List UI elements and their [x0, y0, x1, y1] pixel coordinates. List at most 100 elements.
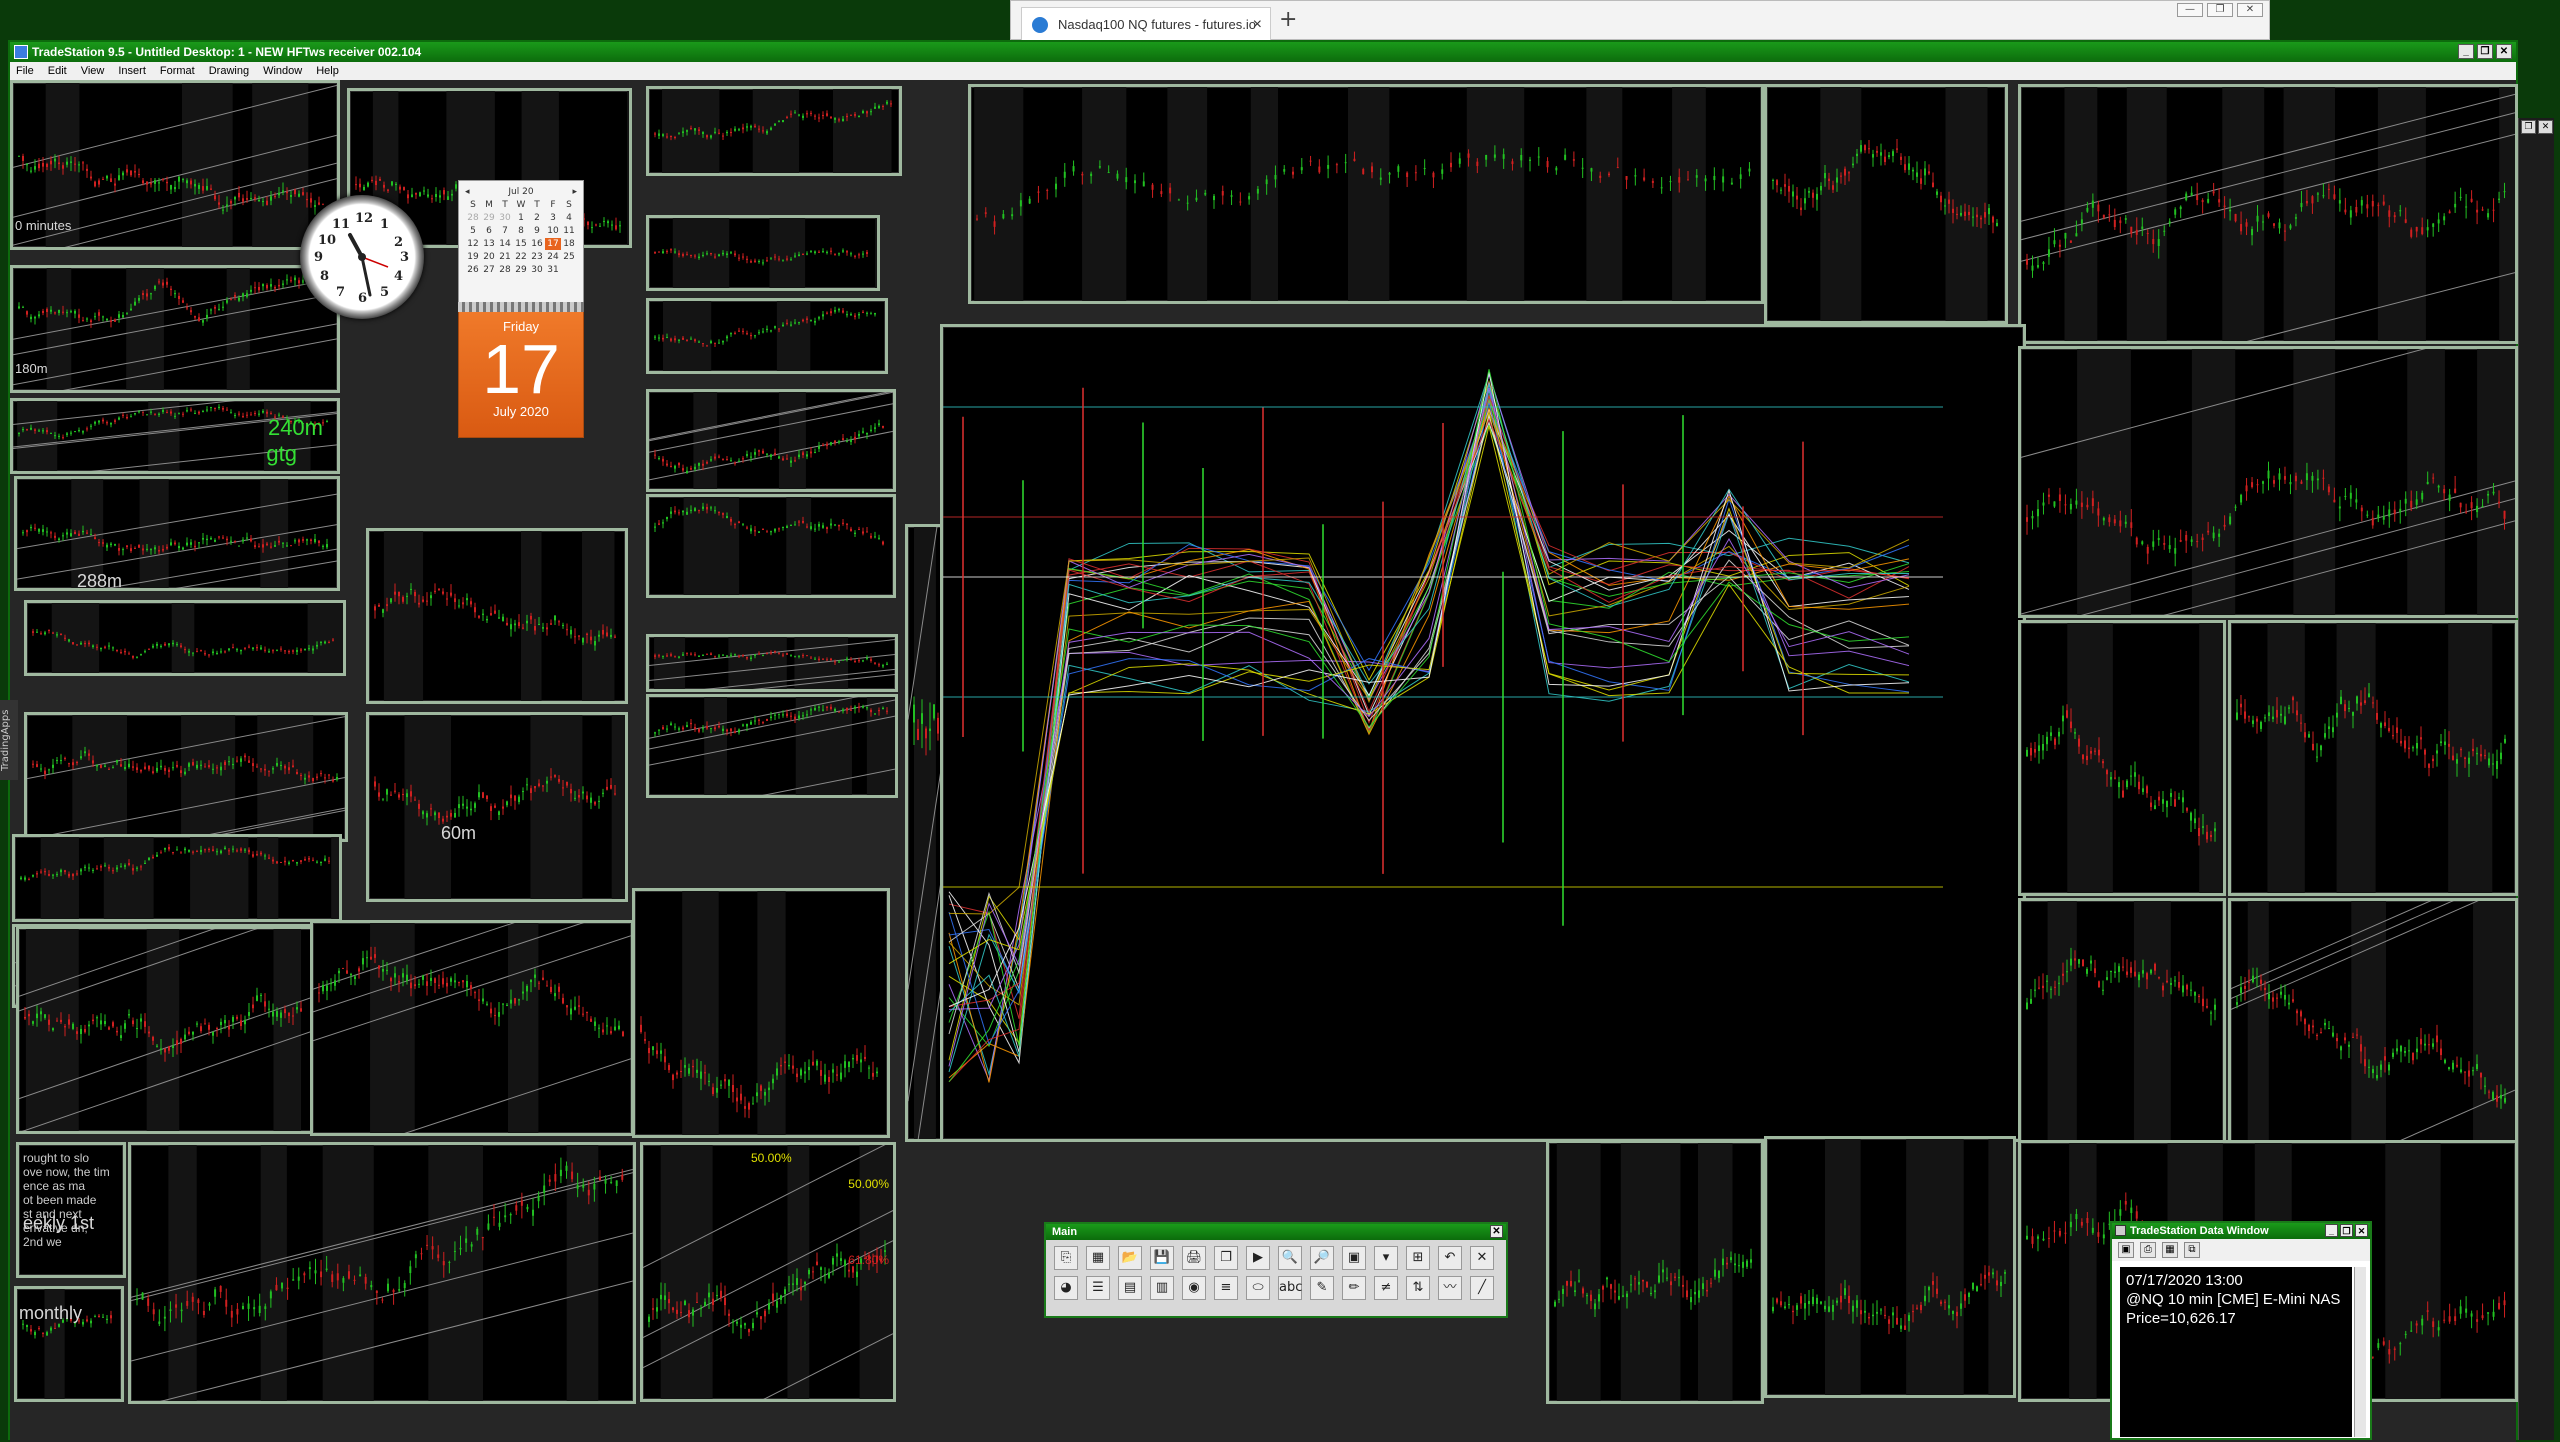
- candle-body: [1195, 198, 1197, 201]
- chart-window[interactable]: [2018, 346, 2518, 618]
- app-restore-button[interactable]: ❐: [2477, 44, 2493, 59]
- chart-window[interactable]: [2018, 84, 2518, 344]
- candle-body: [840, 1258, 842, 1261]
- menu-edit[interactable]: Edit: [48, 62, 67, 80]
- close-tab-icon[interactable]: ×: [1253, 8, 1262, 42]
- menu-window[interactable]: Window: [263, 62, 302, 80]
- chart-window[interactable]: [2228, 620, 2518, 896]
- candle-body: [866, 313, 868, 314]
- chart-window[interactable]: [646, 494, 896, 598]
- menu-file[interactable]: File: [16, 62, 34, 80]
- candle-body: [90, 177, 92, 179]
- chart-window[interactable]: [12, 834, 342, 922]
- session-shade: [2048, 901, 2077, 1151]
- candle-body: [2399, 210, 2401, 211]
- candle-body: [593, 1184, 595, 1190]
- main-chart-window[interactable]: [940, 324, 2026, 1142]
- session-shade: [72, 715, 127, 839]
- chart-window[interactable]: [2228, 898, 2518, 1154]
- candle-body: [814, 529, 816, 530]
- chart-window[interactable]: [646, 634, 898, 692]
- chart-window[interactable]: 50.00% 50.00% 61.80%: [640, 1142, 896, 1402]
- new-tab-button[interactable]: +: [1279, 7, 1297, 32]
- menu-format[interactable]: Format: [160, 62, 195, 80]
- candle-body: [2420, 1039, 2422, 1045]
- maximize-button[interactable]: ❐: [2207, 3, 2233, 17]
- chart-window[interactable]: 288m: [14, 476, 340, 591]
- chart-window[interactable]: [2018, 620, 2226, 896]
- chart-window[interactable]: [646, 86, 902, 176]
- candle-body: [654, 252, 656, 253]
- chart-window[interactable]: 180m: [10, 265, 340, 393]
- chart-window[interactable]: [646, 215, 880, 291]
- chart-window[interactable]: [24, 712, 348, 842]
- chart-window[interactable]: [128, 1142, 636, 1404]
- candle-body: [856, 1272, 858, 1278]
- candle-body: [698, 129, 700, 131]
- menu-drawing[interactable]: Drawing: [209, 62, 249, 80]
- chart-window[interactable]: 240m gtg: [10, 398, 340, 474]
- chart-window[interactable]: 60m: [366, 712, 628, 902]
- chart-window[interactable]: [646, 694, 898, 798]
- candle-body: [2460, 503, 2462, 508]
- chart-window[interactable]: [16, 926, 314, 1134]
- candle-body: [1992, 217, 1994, 223]
- candle-body: [607, 221, 609, 223]
- candle-body: [838, 525, 840, 526]
- chart-window[interactable]: [24, 600, 346, 676]
- chart-window[interactable]: monthly: [14, 1286, 124, 1402]
- candle-body: [654, 655, 656, 656]
- candle-body: [234, 541, 236, 542]
- candle-body: [348, 1271, 350, 1278]
- candle-body: [438, 589, 440, 591]
- chart-window[interactable]: [2018, 898, 2226, 1154]
- candle-body: [250, 415, 252, 416]
- candle-body: [1602, 1286, 1604, 1290]
- chart-window[interactable]: [310, 920, 634, 1136]
- candle-body: [434, 591, 436, 592]
- candle-body: [24, 1017, 26, 1019]
- close-button[interactable]: ✕: [2237, 3, 2263, 17]
- app-close-button[interactable]: ✕: [2496, 44, 2512, 59]
- chart-window[interactable]: [1546, 1140, 1764, 1404]
- candle-body: [506, 1005, 508, 1006]
- candle-body: [782, 325, 784, 327]
- minimize-button[interactable]: —: [2177, 3, 2203, 17]
- candle-body: [2078, 959, 2080, 964]
- candle-body: [260, 853, 262, 855]
- candle-body: [686, 725, 688, 727]
- menu-insert[interactable]: Insert: [118, 62, 146, 80]
- session-shade: [661, 1145, 713, 1399]
- candle-body: [246, 198, 248, 200]
- browser-tab[interactable]: Nasdaq100 NQ futures - futures.io ×: [1021, 7, 1271, 41]
- indicator-line: [949, 388, 1909, 1066]
- candle-body: [112, 1022, 114, 1026]
- app-minimize-button[interactable]: _: [2458, 44, 2474, 59]
- candle-body: [230, 412, 232, 413]
- menu-view[interactable]: View: [81, 62, 105, 80]
- candle-body: [470, 985, 472, 989]
- candle-body: [292, 650, 294, 651]
- menu-help[interactable]: Help: [316, 62, 339, 80]
- chart-window[interactable]: [632, 888, 890, 1138]
- candle-body: [686, 512, 688, 515]
- chart-window[interactable]: [646, 389, 896, 492]
- candle-body: [258, 200, 260, 201]
- chart-window[interactable]: [366, 528, 628, 704]
- candle-body: [2332, 727, 2334, 732]
- candle-body: [116, 867, 118, 869]
- candle-body: [770, 653, 772, 654]
- notes-window[interactable]: rought to slo ove now, the tim ence as m…: [16, 1142, 126, 1278]
- candle-body: [2074, 958, 2076, 960]
- chart-window[interactable]: [1764, 1136, 2016, 1398]
- chart-window[interactable]: [968, 84, 1764, 304]
- price-chart: [649, 89, 899, 173]
- candle-body: [22, 156, 24, 161]
- candle-body: [1476, 162, 1478, 166]
- candle-body: [874, 663, 876, 664]
- chart-window[interactable]: [1764, 84, 2008, 324]
- candle-body: [259, 1306, 261, 1313]
- chart-window[interactable]: 0 minutes: [10, 80, 340, 250]
- chart-window[interactable]: [646, 298, 888, 374]
- candle-body: [224, 848, 226, 850]
